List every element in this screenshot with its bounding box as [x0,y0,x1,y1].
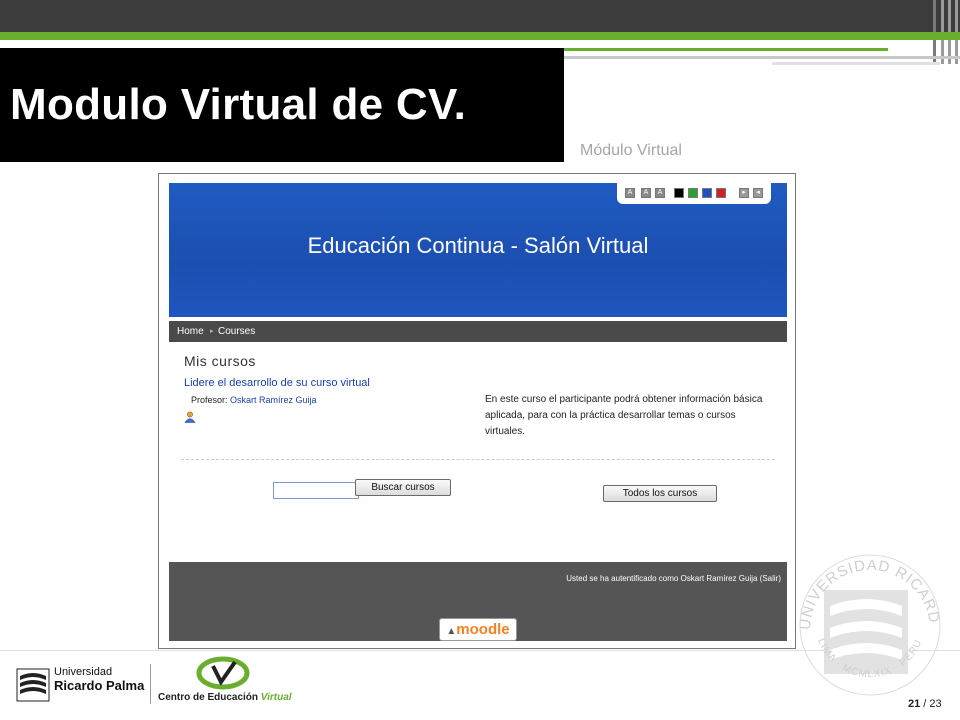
text-size-medium-button[interactable]: A [641,188,651,198]
text-size-large-button[interactable]: A [655,188,665,198]
university-name: Universidad Ricardo Palma [54,666,144,694]
moodle-footer: Usted se ha autentificado como Oskart Ra… [169,562,787,641]
grey-thin-line [564,56,960,59]
guest-access-icon[interactable] [184,411,196,423]
color-green-button[interactable] [688,188,698,198]
breadcrumb: Home ▸ Courses [169,321,787,342]
accessibility-toolbar: A A A ▸ ◂ [617,183,771,204]
green-stripe [0,32,960,40]
urp-logo-icon [16,668,50,702]
layout-left-icon[interactable]: ▸ [739,188,749,198]
search-courses-button[interactable]: Buscar cursos [355,479,451,496]
course-description: En este curso el participante podrá obte… [485,394,763,437]
color-red-button[interactable] [716,188,726,198]
moodle-page: A A A ▸ ◂ Educación Continua - Salón Vir… [169,183,787,641]
page-current: 21 [908,698,921,710]
moodle-logo-text: moodle [456,621,510,638]
slide-title: Modulo Virtual de CV. [10,80,467,129]
course-title-link[interactable]: Lidere el desarrollo de su curso virtual [184,377,370,389]
breadcrumb-courses-link[interactable]: Courses [218,321,255,342]
grey-thin-line-2 [772,62,940,65]
education-center-name: Centro de Educación Virtual [158,692,292,703]
text-size-small-button[interactable]: A [625,188,635,198]
all-courses-button[interactable]: Todos los cursos [603,485,717,502]
branding-separator [150,664,151,704]
layout-right-icon[interactable]: ◂ [753,188,763,198]
page-number: 21 / 23 [908,698,942,710]
professor-name-link[interactable]: Oskart Ramírez Guija [230,395,317,405]
center-suffix: Virtual [260,692,292,703]
moodle-logo[interactable]: ▲moodle [439,618,517,641]
professor-label: Profesor: [191,395,228,405]
breadcrumb-separator-icon: ▸ [210,328,214,335]
color-blue-button[interactable] [702,188,712,198]
cev-logo-icon [196,656,250,690]
moodle-screenshot: A A A ▸ ◂ Educación Continua - Salón Vir… [158,173,796,649]
slide-subtitle: Módulo Virtual [580,142,682,159]
dashed-divider [181,459,775,460]
green-thin-line [564,48,888,51]
university-seal-watermark: UNIVERSIDAD RICARDO PALMA LIMA · MCMLXIX… [790,540,942,696]
mis-cursos-heading: Mis cursos [184,353,256,369]
professor-line: Profesor: Oskart Ramírez Guija [191,395,317,405]
course-search-input[interactable] [273,482,359,499]
banner-title: Educación Continua - Salón Virtual [307,233,649,258]
top-dark-bar [0,0,960,32]
page-total: 23 [929,698,942,710]
center-prefix: Centro de Educación [158,692,259,703]
breadcrumb-home-link[interactable]: Home [177,321,204,342]
university-line2: Ricardo Palma [54,678,145,693]
logged-in-status[interactable]: Usted se ha autentificado como Oskart Ra… [566,574,781,583]
moodle-banner: A A A ▸ ◂ Educación Continua - Salón Vir… [169,183,787,317]
color-black-button[interactable] [674,188,684,198]
